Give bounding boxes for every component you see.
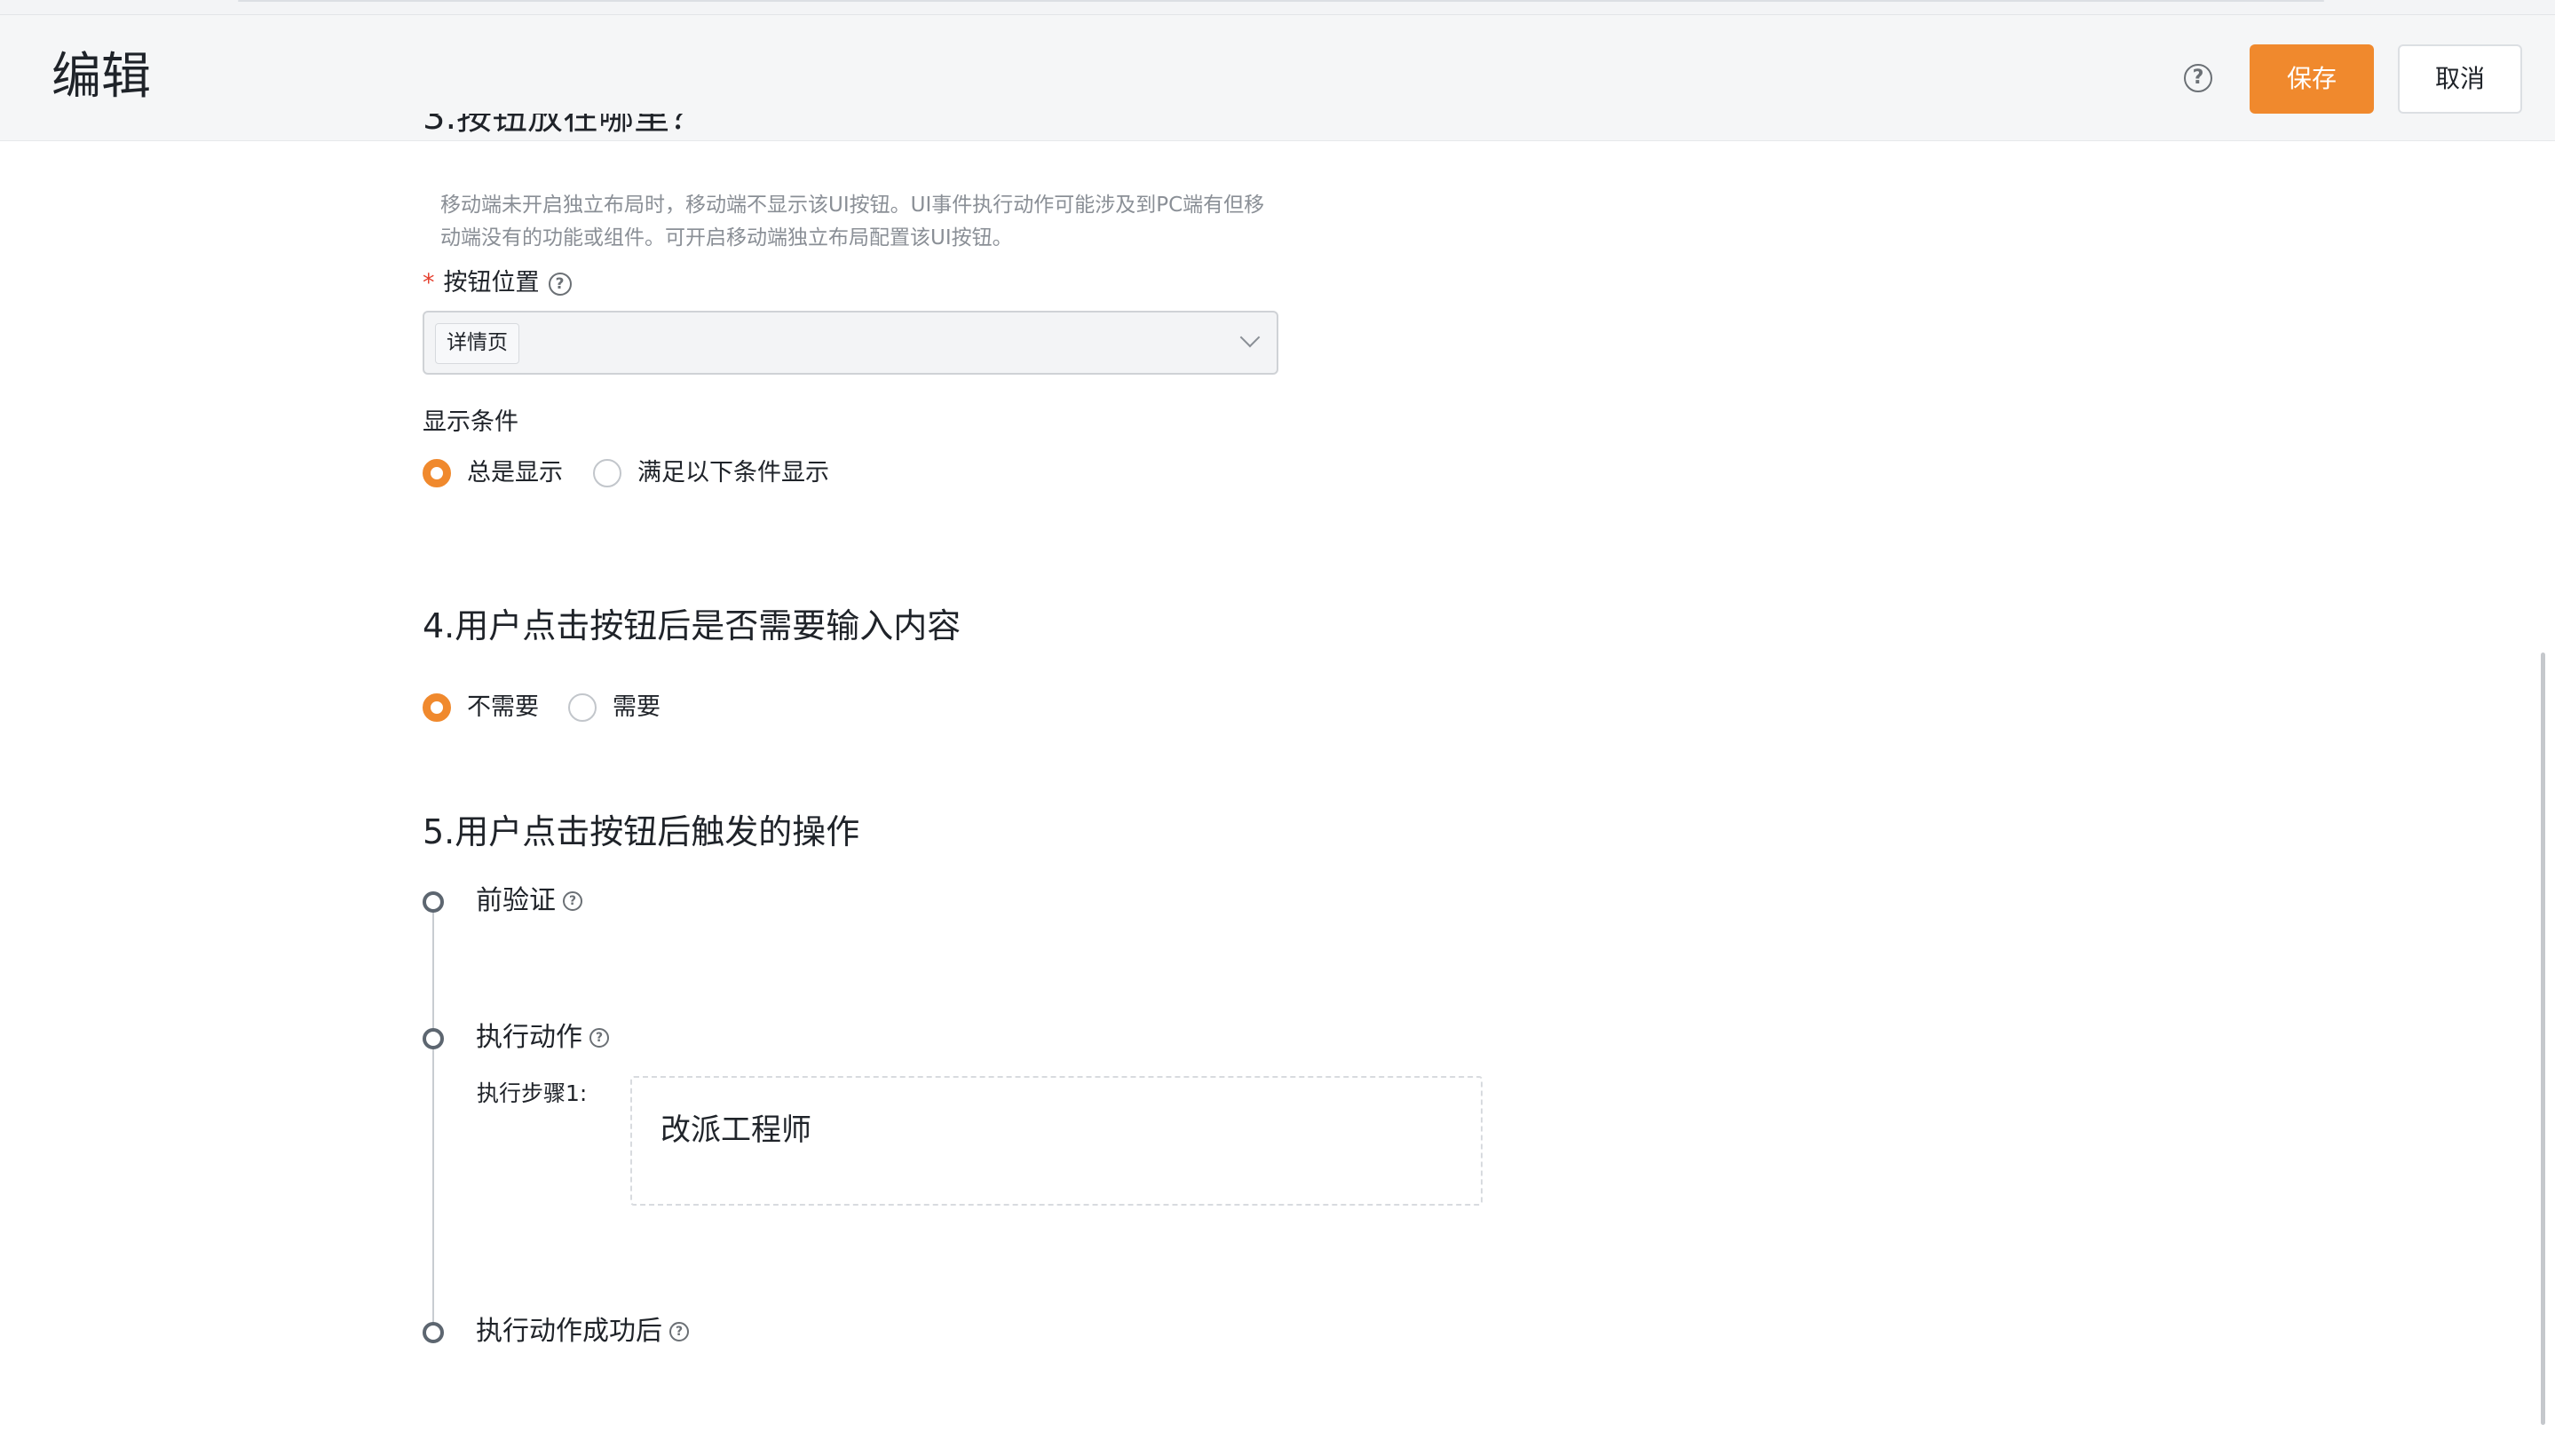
timeline-node-icon: [423, 891, 444, 913]
radio-conditional-show[interactable]: 满足以下条件显示: [593, 455, 829, 491]
edit-page: 编辑 ? 保存 取消 3.按钮放在哪里？ 移动端未开启独立布局时，移动端不显示该…: [0, 0, 2555, 1456]
chevron-down-icon[interactable]: [1239, 327, 1261, 348]
execute-action-help-icon[interactable]: ?: [589, 1028, 609, 1048]
timeline-pre-validation: 前验证?: [476, 882, 582, 920]
timeline-after-success: 执行动作成功后?: [476, 1313, 689, 1350]
cancel-button[interactable]: 取消: [2398, 44, 2522, 114]
scrollbar-thumb[interactable]: [2541, 653, 2545, 1425]
radio-always-show[interactable]: 总是显示: [423, 455, 563, 491]
step-1-label: 执行步骤1:: [477, 1080, 588, 1106]
radio-selected-icon[interactable]: [423, 693, 451, 722]
section3-title: 3.按钮放在哪里？: [423, 114, 705, 140]
step-1-action-name[interactable]: 改派工程师: [661, 1110, 811, 1151]
position-tag[interactable]: 详情页: [435, 323, 519, 364]
timeline-execute-action-label: 执行动作: [476, 1022, 582, 1053]
button-position-label: * 按钮位置?: [423, 265, 572, 301]
top-strip: [0, 0, 2555, 15]
timeline-pre-validation-label: 前验证: [476, 885, 556, 916]
radio-no-input-label: 不需要: [467, 693, 539, 721]
timeline-after-success-label: 执行动作成功后: [476, 1316, 662, 1347]
timeline-execute-action: 执行动作?: [476, 1019, 609, 1056]
display-condition-label: 显示条件: [423, 408, 518, 436]
section3-title-text: 3.按钮放在哪里？: [423, 114, 706, 138]
position-help-icon[interactable]: ?: [548, 272, 572, 296]
radio-conditional-show-label: 满足以下条件显示: [637, 459, 829, 487]
button-position-select[interactable]: 详情页: [423, 311, 1278, 375]
timeline-line: [432, 904, 434, 1333]
header-bar: 编辑 ? 保存 取消: [0, 15, 2555, 141]
section5-title: 5.用户点击按钮后触发的操作: [423, 812, 860, 851]
radio-always-show-label: 总是显示: [467, 459, 563, 487]
timeline-node-icon: [423, 1322, 444, 1343]
radio-unselected-icon[interactable]: [593, 459, 621, 487]
timeline-node-icon: [423, 1028, 444, 1049]
top-strip-line: [238, 0, 2324, 2]
button-position-label-text: 按钮位置: [443, 269, 540, 297]
radio-unselected-icon[interactable]: [568, 693, 597, 722]
radio-needs-input-label: 需要: [613, 693, 661, 721]
step-1-action-box[interactable]: 改派工程师: [630, 1076, 1483, 1206]
required-mark: *: [423, 269, 435, 297]
radio-no-input[interactable]: 不需要: [423, 690, 539, 725]
page-title: 编辑: [51, 48, 151, 106]
mobile-layout-hint: 移动端未开启独立布局时，移动端不显示该UI按钮。UI事件执行动作可能涉及到PC端…: [440, 194, 1265, 249]
radio-selected-icon[interactable]: [423, 459, 451, 487]
radio-needs-input[interactable]: 需要: [568, 690, 661, 725]
section4-title: 4.用户点击按钮后是否需要输入内容: [423, 606, 961, 645]
pre-validation-help-icon[interactable]: ?: [563, 891, 582, 911]
after-success-help-icon[interactable]: ?: [669, 1322, 689, 1341]
help-icon[interactable]: ?: [2184, 64, 2212, 92]
save-button[interactable]: 保存: [2250, 44, 2374, 114]
